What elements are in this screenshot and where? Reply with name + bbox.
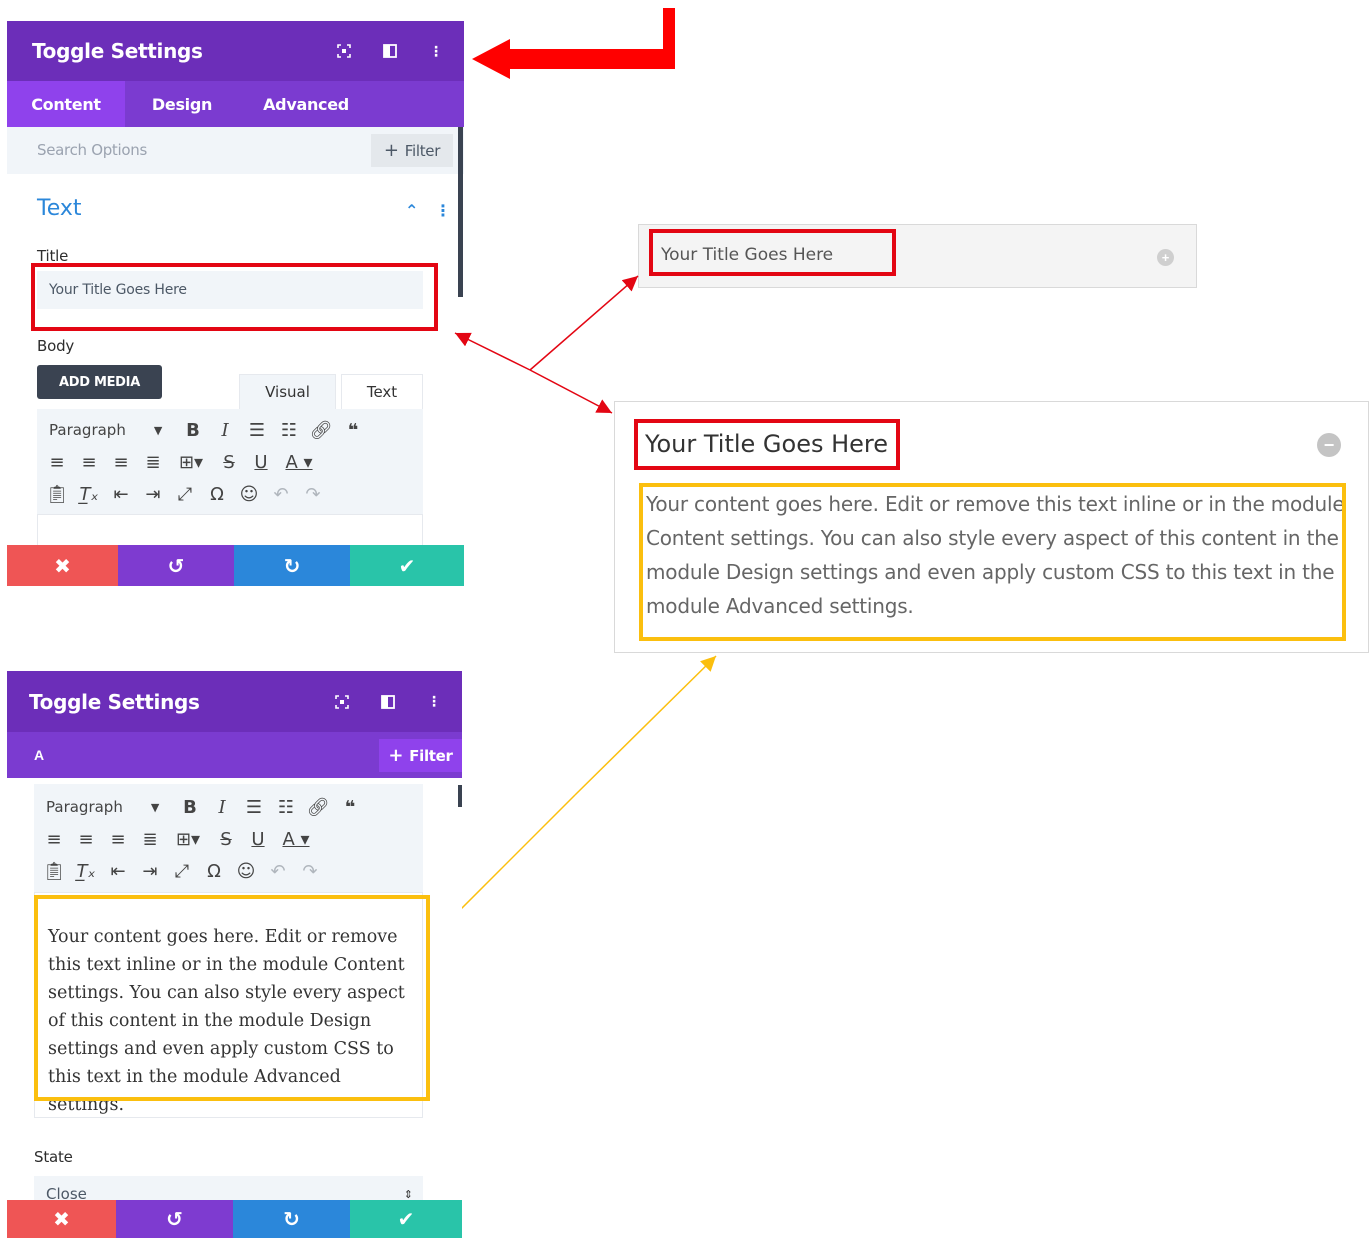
select-arrows-icon: ⇕ <box>403 1187 413 1201</box>
text-color-icon[interactable]: A ▾ <box>274 825 318 853</box>
indent-icon[interactable]: ⇥ <box>134 857 166 885</box>
undo-edit-icon[interactable]: ↶ <box>262 857 294 885</box>
sub-bar: A + Filter <box>7 732 462 778</box>
filter-label-2: Filter <box>409 746 453 765</box>
save-button[interactable]: ✔ <box>350 1200 462 1238</box>
omega-icon[interactable]: Ω <box>198 857 230 885</box>
undo-button[interactable]: ↺ <box>116 1200 233 1238</box>
italic-icon[interactable]: I <box>206 793 238 821</box>
sub-bar-label: A <box>34 747 45 763</box>
strikethrough-icon[interactable]: S <box>210 825 242 853</box>
emoji-icon[interactable]: ☺ <box>230 857 262 885</box>
editor-toolbar-2: Paragraph ▼ B I ☰ ☷ 🔗︎ ❝ ≡ ≡ ≡ ≣ ⊞▾ S U A… <box>34 784 423 892</box>
underline-icon[interactable]: U <box>242 825 274 853</box>
outdent-icon[interactable]: ⇤ <box>102 857 134 885</box>
bold-icon[interactable]: B <box>174 793 206 821</box>
align-right-icon[interactable]: ≡ <box>102 825 134 853</box>
clear-format-icon[interactable]: T̲ₓ <box>70 857 102 885</box>
panel-header-2: Toggle Settings ⋮ <box>7 671 462 732</box>
close-icon: ✖ <box>53 1207 70 1231</box>
redo-edit-icon[interactable]: ↷ <box>294 857 326 885</box>
plus-icon: + <box>388 745 404 766</box>
panel-title-2: Toggle Settings <box>29 689 200 714</box>
scrollbar-2[interactable] <box>458 785 462 807</box>
cancel-button[interactable]: ✖ <box>7 1200 116 1238</box>
link-icon[interactable]: 🔗︎ <box>302 793 334 821</box>
state-label: State <box>34 1148 73 1166</box>
paste-text-icon[interactable]: 📋︎ <box>38 857 70 885</box>
filter-button-2[interactable]: + Filter <box>379 739 462 772</box>
align-center-icon[interactable]: ≡ <box>70 825 102 853</box>
undo-icon: ↺ <box>166 1207 183 1231</box>
panel-footer-2: ✖ ↺ ↻ ✔ <box>7 1200 462 1238</box>
paragraph-select-2[interactable]: Paragraph ▼ <box>34 793 174 821</box>
bullet-list-icon[interactable]: ☰ <box>238 793 270 821</box>
numbered-list-icon[interactable]: ☷ <box>270 793 302 821</box>
redo-icon: ↻ <box>283 1207 300 1231</box>
sidebar-icon[interactable] <box>380 694 396 710</box>
align-left-icon[interactable]: ≡ <box>38 825 70 853</box>
expand-icon[interactable] <box>334 694 350 710</box>
justify-icon[interactable]: ≣ <box>134 825 166 853</box>
blockquote-icon[interactable]: ❝ <box>334 793 366 821</box>
redo-button[interactable]: ↻ <box>233 1200 350 1238</box>
editor-body-highlight <box>34 895 430 1101</box>
table-icon[interactable]: ⊞▾ <box>166 825 210 853</box>
more-options-icon[interactable]: ⋮ <box>426 693 442 710</box>
fullscreen-icon[interactable]: ⤢ <box>166 857 198 885</box>
check-icon: ✔ <box>397 1207 415 1231</box>
